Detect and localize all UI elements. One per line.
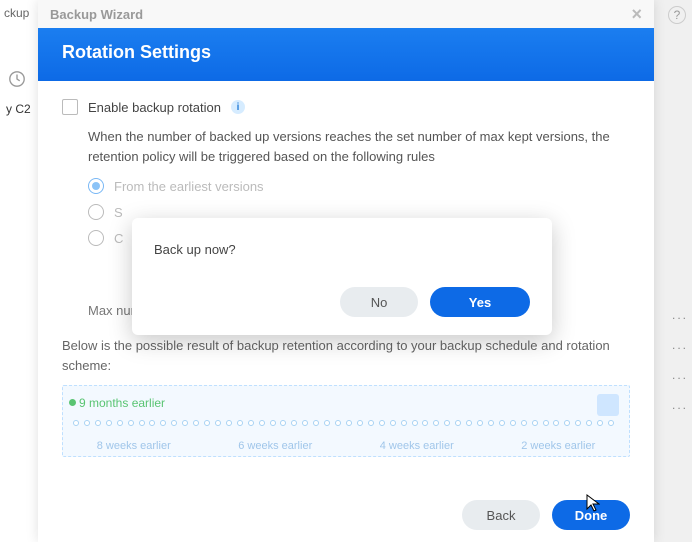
enable-rotation-checkbox[interactable] (62, 99, 78, 115)
radio-option-3[interactable] (88, 230, 104, 246)
radio-option-3-label: C (114, 231, 123, 246)
wizard-footer: Back Done (38, 488, 654, 542)
radio-option-2-label: S (114, 205, 123, 220)
week-label: 8 weeks earlier (97, 440, 171, 452)
help-icon[interactable]: ? (668, 6, 686, 24)
timeline-months-label: 9 months earlier (79, 396, 165, 410)
close-icon[interactable]: × (631, 4, 642, 25)
radio-earliest-label: From the earliest versions (114, 179, 264, 194)
page-title: Rotation Settings (62, 42, 211, 62)
calendar-icon[interactable] (597, 394, 619, 416)
yes-button[interactable]: Yes (430, 287, 530, 317)
radio-option-2[interactable] (88, 204, 104, 220)
retention-timeline: 9 months earlier 8 weeks earlier 6 weeks… (62, 385, 630, 457)
radio-earliest[interactable] (88, 178, 104, 194)
week-label: 2 weeks earlier (521, 440, 595, 452)
clock-icon (8, 70, 26, 88)
info-icon[interactable]: i (231, 100, 245, 114)
back-button[interactable]: Back (462, 500, 540, 530)
no-button[interactable]: No (340, 287, 418, 317)
side-ellipsis: ... ... ... ... (672, 300, 688, 420)
week-label: 6 weeks earlier (238, 440, 312, 452)
week-label: 4 weeks earlier (380, 440, 454, 452)
bg-c2-item[interactable]: y C2 (0, 96, 39, 122)
wizard-header: Rotation Settings (38, 28, 654, 81)
timeline-description: Below is the possible result of backup r… (62, 336, 630, 375)
rotation-description: When the number of backed up versions re… (88, 127, 630, 166)
confirm-dialog: Back up now? No Yes (132, 218, 552, 335)
enable-rotation-label: Enable backup rotation (88, 100, 221, 115)
done-button[interactable]: Done (552, 500, 630, 530)
bg-tab: ckup (0, 0, 39, 26)
wizard-title: Backup Wizard (50, 7, 143, 22)
wizard-titlebar: Backup Wizard × (38, 0, 654, 28)
timeline-weeks: 8 weeks earlier 6 weeks earlier 4 weeks … (63, 440, 629, 452)
dialog-text: Back up now? (154, 242, 530, 257)
timeline-dot-icon (69, 399, 76, 406)
timeline-axis (73, 420, 619, 430)
